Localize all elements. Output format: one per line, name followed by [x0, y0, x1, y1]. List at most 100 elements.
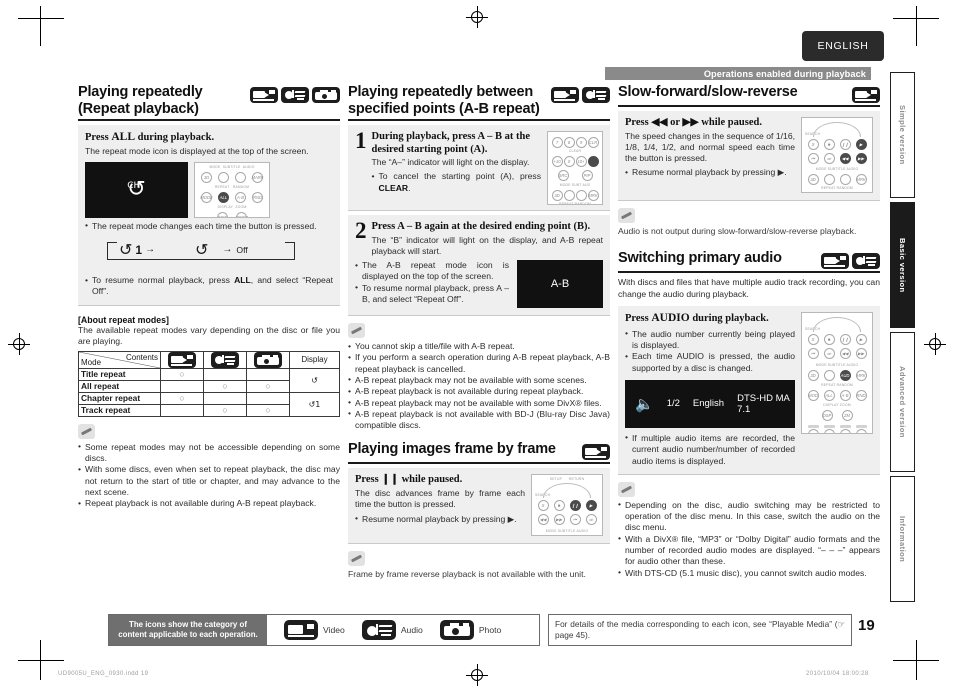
photo-icon [254, 351, 282, 368]
frame-heading-pre: Press [355, 474, 382, 486]
photo-icon [312, 87, 340, 103]
legend-item-audio: Audio [361, 620, 423, 640]
table-header-contents: Contents [125, 352, 158, 362]
list-item: Depending on the disc, audio switching m… [618, 499, 880, 534]
footer-legend: The icons show the category of content a… [108, 614, 540, 646]
table-corner-cell: Contents Mode [78, 350, 161, 369]
section-rule [618, 271, 880, 274]
table-row: Chapter repeat ○ ↺1 [78, 391, 340, 417]
table-cell-audio [203, 391, 247, 405]
osd-audio-language: English [692, 398, 725, 410]
video-icon [284, 620, 318, 640]
table-row: Title repeat ○ ↺ [78, 367, 340, 393]
list-item: With DTS-CD (5.1 music disc), you cannot… [618, 567, 880, 579]
list-item: Resume normal playback by pressing ▶. [625, 167, 795, 179]
media-badges [821, 250, 880, 270]
legend-label-video: Video [323, 625, 345, 635]
table-cell-audio: ○ [203, 379, 247, 393]
table-cell-photo: ○ [246, 403, 290, 417]
crop-mark-tl-v [40, 6, 41, 46]
column-ab-repeat: Playing repeatedly between specified poi… [348, 84, 610, 581]
section-title-line2: specified points (A-B repeat) [348, 100, 540, 117]
legend-label-photo: Photo [478, 625, 502, 635]
about-repeat-modes-heading: [About repeat modes] [78, 314, 169, 325]
table-cell-display: ↺ [289, 367, 340, 393]
registration-mark-top [466, 6, 488, 28]
repeat-notes: Some repeat modes may not be accessible … [78, 441, 340, 510]
step1-bullets: To cancel the starting point (A), press … [372, 171, 542, 194]
audio-icon [281, 87, 309, 103]
step-number: 1 [355, 128, 367, 153]
instruction-box-audio: Press AUDIO during playback. The audio n… [618, 306, 880, 475]
section-header-slow: Slow-forward/slow-reverse [618, 84, 880, 103]
key-all-ref: ALL [234, 275, 251, 286]
remote-illustration-frame: SETUP RETURN SEARCH S ■ ❙❙ ▶ ◀◀ ▶▶ ⏮ ⏭ MODE SU… [531, 474, 603, 537]
registration-mark-right [924, 333, 946, 355]
audio-notes: Depending on the disc, audio switching m… [618, 499, 880, 579]
instruction-box-step2: 2 Press A – B again at the desired endin… [348, 215, 610, 317]
manual-page: ENGLISH Operations enabled during playba… [0, 0, 954, 698]
table-cell-mode: Track repeat [78, 403, 161, 417]
note-pencil-icon [348, 551, 365, 567]
flow-label-off: Off [236, 244, 248, 255]
note-pencil-icon [78, 423, 95, 439]
table-cell-mode: All repeat [78, 379, 161, 393]
about-repeat-modes-text: The available repeat modes vary dependin… [78, 324, 340, 347]
table-cell-video [160, 403, 204, 417]
bullet-post: . [408, 182, 411, 193]
media-badges [582, 441, 610, 461]
list-item: To resume normal playback, press ALL, an… [85, 275, 333, 298]
list-item: The audio number currently being played … [625, 328, 795, 352]
table-cell-mode: Chapter repeat [78, 391, 161, 405]
audio-bullets-after: If multiple audio items are recorded, th… [625, 432, 795, 467]
ab-repeat-notes: You cannot skip a title/file with A-B re… [348, 341, 610, 431]
date-stamp: 2010/10/04 18:00:28 [806, 671, 869, 677]
side-tab-advanced-version[interactable]: Advanced version [890, 332, 915, 472]
slow-note: Audio is not output during slow-forward/… [618, 226, 857, 236]
side-tab-label: Advanced version [898, 366, 907, 438]
frame-subtext: The disc advances frame by frame each ti… [355, 487, 525, 510]
screen-preview-ab-label: A-B [550, 278, 570, 291]
slow-heading-mid: or [667, 117, 683, 128]
frame-heading: Press ❙❙ while paused. [355, 474, 525, 487]
step-number: 2 [355, 218, 367, 243]
column-repeat-playback: Playing repeatedly (Repeat playback) Pre… [78, 84, 340, 509]
crop-mark-br-v [916, 640, 917, 680]
crop-mark-tr-v [916, 6, 917, 46]
screen-preview-ab: A-B [517, 260, 603, 309]
table-cell-audio [203, 367, 247, 381]
side-tab-information[interactable]: Information [890, 476, 915, 602]
section-title-line1: Playing repeatedly [78, 84, 203, 100]
video-icon [551, 87, 579, 103]
legend-item-video: Video [284, 620, 345, 640]
video-icon [250, 87, 278, 103]
table-cell-video: ○ [160, 367, 204, 381]
table-header-audio [203, 350, 247, 369]
bullet-pre: To cancel the starting point (A), press [378, 171, 542, 182]
instruction-subtext: The repeat mode icon is displayed at the… [85, 145, 309, 156]
section-header-audio: Switching primary audio [618, 250, 880, 270]
remote-illustration-audio: SEARCH S ■ ❙❙ ▶ ⏮ ⏭ ◀◀ ▶▶ MODE SUBTITLE AUDIO … [801, 312, 873, 435]
side-tab-label: Basic version [898, 237, 907, 293]
audio-heading-post: during playback. [689, 313, 769, 325]
key-clear: CLEAR [378, 182, 409, 193]
table-cell-photo [246, 367, 290, 381]
frame-heading-post: while paused. [398, 474, 463, 486]
instruction-heading: Press ALL during playback. [85, 131, 333, 145]
list-item: Some repeat modes may not be accessible … [78, 441, 340, 465]
video-icon [168, 351, 196, 368]
side-tab-simple-version[interactable]: Simple version [890, 72, 915, 198]
crop-mark-tl-h [18, 18, 64, 19]
video-icon [821, 253, 849, 270]
key-rewind: ◀◀ [651, 117, 668, 128]
crop-mark-bl-h [18, 660, 64, 661]
photo-icon [439, 620, 474, 640]
screen-preview-audio: 🔈 1/2 English DTS-HD MA 7.1 [625, 379, 795, 428]
list-item: The repeat mode changes each time the bu… [85, 220, 333, 232]
legend-item-photo: Photo [439, 620, 502, 640]
step2-heading: Press A – B again at the desired ending … [371, 221, 591, 232]
table-header-display: Display [289, 350, 340, 369]
instruction-heading-pre: Press [85, 132, 112, 143]
repeat-modes-table: Contents Mode Display Title repeat ○ ↺ A… [78, 350, 340, 417]
side-tab-basic-version[interactable]: Basic version [890, 202, 915, 328]
